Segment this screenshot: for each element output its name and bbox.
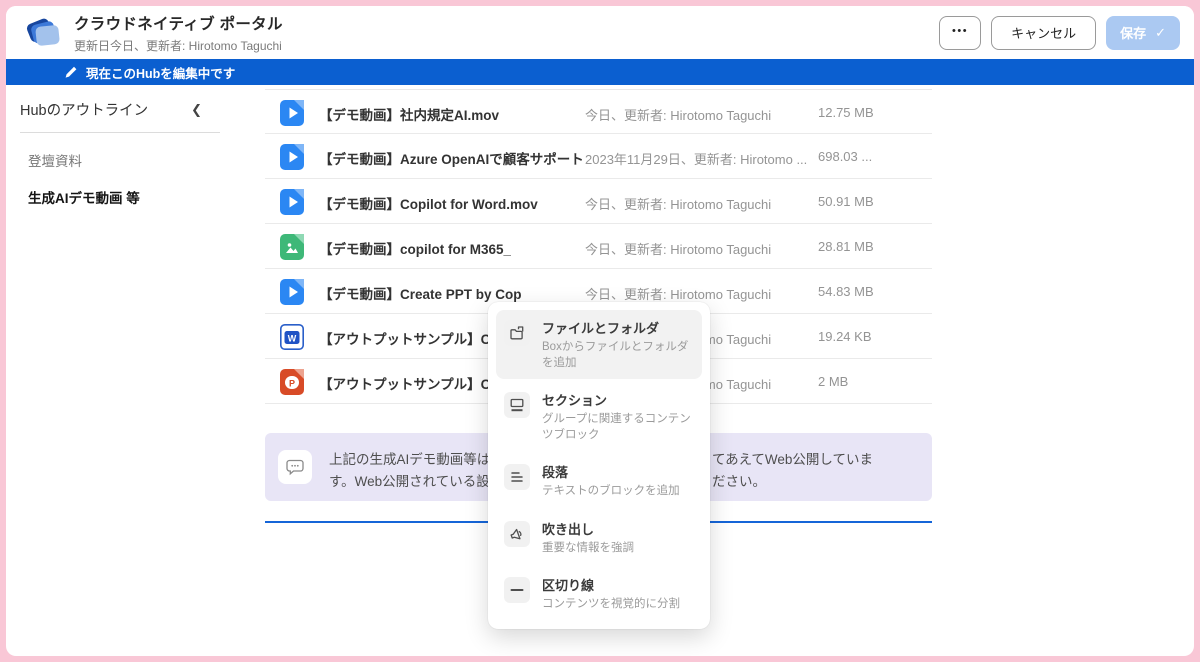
word-file-icon: W: [279, 322, 305, 352]
paragraph-icon: [504, 464, 530, 490]
image-file-icon: [279, 232, 305, 262]
svg-text:W: W: [288, 334, 297, 344]
file-folder-icon: [504, 320, 530, 346]
header-actions: ••• キャンセル 保存 ✓: [939, 16, 1180, 50]
file-size: 698.03 ...: [818, 149, 872, 164]
menu-item-desc: コンテンツを視覚的に分割: [542, 597, 694, 613]
file-size: 28.81 MB: [818, 239, 874, 254]
sidebar-divider: [20, 132, 220, 133]
file-name: 【アウトプットサンプル】Copil: [319, 328, 514, 348]
file-updated: 今日、更新者: Hirotomo Taguchi: [585, 239, 771, 258]
menu-item-title: 区切り線: [542, 575, 694, 594]
file-name: 【デモ動画】Azure OpenAIで顧客サポートの迅: [319, 148, 583, 168]
file-updated: 2023年11月29日、更新者: Hirotomo ...: [585, 149, 807, 168]
menu-item-paragraph[interactable]: 段落 テキストのブロックを追加: [496, 454, 702, 508]
menu-item-callout[interactable]: 吹き出し 重要な情報を強調: [496, 511, 702, 565]
menu-item-section[interactable]: セクション グループに関連するコンテンツブロック: [496, 382, 702, 451]
menu-item-title: ファイルとフォルダ: [542, 318, 694, 337]
editing-banner: 現在このHubを編集中です: [6, 59, 1194, 85]
speech-bubble-icon: [278, 450, 312, 484]
callout-text-line2-right: ださい。: [712, 470, 766, 490]
sidebar-title: Hubのアウトライン: [20, 99, 148, 120]
file-size: 54.83 MB: [818, 284, 874, 299]
menu-item-files-and-folders[interactable]: ファイルとフォルダ Boxからファイルとフォルダを追加: [496, 310, 702, 379]
page-title: クラウドネイティブ ポータル: [74, 12, 939, 34]
file-row[interactable]: 【デモ動画】社内規定AI.mov 今日、更新者: Hirotomo Taguch…: [265, 89, 932, 134]
file-updated: 今日、更新者: Hirotomo Taguchi: [585, 194, 771, 213]
cancel-button[interactable]: キャンセル: [991, 16, 1096, 50]
sidebar-outline: Hubのアウトライン ❮ 登壇資料 生成AIデモ動画 等: [6, 85, 265, 207]
file-size: 12.75 MB: [818, 105, 874, 120]
file-updated: 今日、更新者: Hirotomo Taguchi: [585, 105, 771, 124]
main-area: Hubのアウトライン ❮ 登壇資料 生成AIデモ動画 等 【デモ動画】社内規定A…: [6, 85, 1194, 656]
section-icon: [504, 392, 530, 418]
file-row[interactable]: 【デモ動画】Azure OpenAIで顧客サポートの迅 2023年11月29日、…: [265, 134, 932, 179]
video-file-icon: [279, 142, 305, 172]
menu-item-title: セクション: [542, 390, 694, 409]
megaphone-icon: [504, 521, 530, 547]
menu-item-desc: 重要な情報を強調: [542, 541, 694, 557]
file-row[interactable]: 【デモ動画】Copilot for Word.mov 今日、更新者: Hirot…: [265, 179, 932, 224]
save-button-label: 保存: [1120, 23, 1146, 42]
file-name: 【デモ動画】Copilot for Word.mov: [319, 193, 538, 213]
sidebar-item-genai-demo-videos[interactable]: 生成AIデモ動画 等: [20, 187, 265, 207]
check-icon: ✓: [1155, 25, 1166, 41]
video-file-icon: [279, 277, 305, 307]
header: クラウドネイティブ ポータル 更新日今日、更新者: Hirotomo Taguc…: [6, 6, 1194, 59]
menu-item-title: 吹き出し: [542, 519, 694, 538]
editing-banner-text: 現在このHubを編集中です: [86, 63, 235, 82]
menu-item-divider[interactable]: 区切り線 コンテンツを視覚的に分割: [496, 567, 702, 621]
callout-text-line1-right: てあえてWeb公開していま: [712, 448, 873, 468]
menu-item-title: 段落: [542, 462, 694, 481]
header-titles: クラウドネイティブ ポータル 更新日今日、更新者: Hirotomo Taguc…: [74, 12, 939, 54]
sidebar-collapse-icon[interactable]: ❮: [187, 102, 206, 118]
file-name: 【デモ動画】Create PPT by Cop: [319, 283, 522, 303]
file-updated: 今日、更新者: Hirotomo Taguchi: [585, 284, 771, 303]
video-file-icon: [279, 187, 305, 217]
more-options-button[interactable]: •••: [939, 16, 981, 50]
file-name: 【デモ動画】copilot for M365_: [319, 238, 511, 258]
add-block-menu: ファイルとフォルダ Boxからファイルとフォルダを追加 セクション グループに関…: [488, 302, 710, 629]
video-file-icon: [279, 98, 305, 128]
divider-line-icon: [504, 577, 530, 603]
save-button[interactable]: 保存 ✓: [1106, 16, 1180, 50]
pencil-icon: [64, 65, 78, 79]
svg-text:P: P: [289, 379, 295, 389]
ppt-file-icon: P: [279, 367, 305, 397]
file-size: 50.91 MB: [818, 194, 874, 209]
hub-editor-window: クラウドネイティブ ポータル 更新日今日、更新者: Hirotomo Taguc…: [6, 6, 1194, 656]
file-name: 【アウトプットサンプル】Copil: [319, 373, 514, 393]
file-size: 2 MB: [818, 374, 848, 389]
page-subtitle: 更新日今日、更新者: Hirotomo Taguchi: [74, 37, 939, 54]
file-row[interactable]: 【デモ動画】copilot for M365_ 今日、更新者: Hirotomo…: [265, 224, 932, 269]
callout-text-line2-left: す。Web公開されている設定: [329, 470, 503, 490]
menu-item-desc: テキストのブロックを追加: [542, 484, 694, 500]
sidebar-item-presentation-docs[interactable]: 登壇資料: [20, 150, 265, 170]
menu-item-desc: Boxからファイルとフォルダを追加: [542, 340, 694, 371]
callout-text-line1-left: 上記の生成AIデモ動画等は日: [329, 448, 504, 468]
file-name: 【デモ動画】社内規定AI.mov: [319, 104, 499, 124]
menu-item-desc: グループに関連するコンテンツブロック: [542, 412, 694, 443]
hub-logo-icon: [22, 12, 64, 54]
file-size: 19.24 KB: [818, 329, 872, 344]
